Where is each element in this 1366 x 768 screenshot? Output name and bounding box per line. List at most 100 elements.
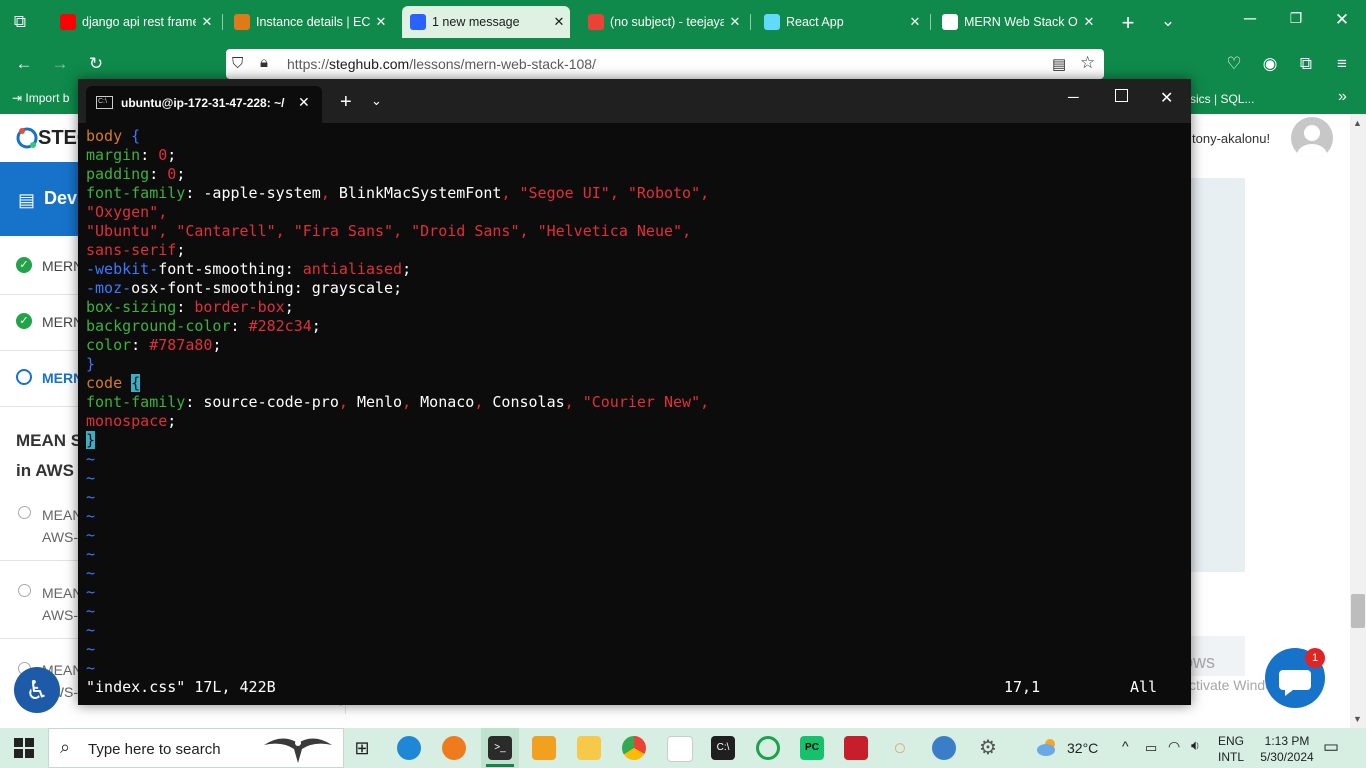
bookmark-star-icon[interactable]: ☆ <box>1080 53 1095 73</box>
clock[interactable]: 1:13 PM 5/30/2024 <box>1254 733 1320 765</box>
code-token: ; <box>311 317 321 335</box>
sub-item-2[interactable]: MEAN AWS- <box>42 582 82 626</box>
language-indicator[interactable]: ENG INTL <box>1218 733 1244 765</box>
task-view-icon[interactable]: ⊞ <box>350 736 374 760</box>
tray-chevron-icon[interactable]: ^ <box>1122 738 1129 754</box>
firefox-icon[interactable] <box>442 736 466 760</box>
shield-icon[interactable]: ⛉ <box>232 55 243 72</box>
code-token: : <box>185 184 204 202</box>
tab-actions-icon[interactable]: ⧉ <box>8 12 32 32</box>
browser-tab[interactable]: (no subject) - teejayak ✕ <box>580 6 746 38</box>
code-line: color: #787a80; <box>86 336 709 355</box>
browser-tab-title: MERN Web Stack Over <box>964 15 1078 29</box>
avatar[interactable] <box>1291 117 1333 159</box>
refresh-icon[interactable]: ↻ <box>84 54 108 74</box>
menu-icon[interactable]: ≡ <box>1330 54 1354 74</box>
weather-icon[interactable] <box>1036 736 1058 758</box>
tab-list-chevron-icon[interactable]: ⌄ <box>1156 11 1180 31</box>
new-tab-icon[interactable]: + <box>1116 10 1140 36</box>
pocket-icon[interactable]: ♡ <box>1222 54 1246 74</box>
pycharm-icon[interactable]: PC <box>800 736 824 760</box>
code-line: margin: 0; <box>86 146 709 165</box>
close-tab-icon[interactable]: ✕ <box>298 94 310 111</box>
app-circle-icon[interactable] <box>756 736 780 760</box>
weather-temperature[interactable]: 32°C <box>1067 740 1098 756</box>
code-token: "Fira Sans" <box>293 222 394 240</box>
terminal-minimize-icon[interactable]: ─ <box>1068 89 1079 106</box>
bookmark-item-sql[interactable]: sics | SQL... <box>1190 92 1254 106</box>
forward-icon[interactable]: → <box>48 54 72 74</box>
terminal-app-icon[interactable]: >_ <box>488 736 512 760</box>
code-token: body <box>86 127 132 145</box>
browser-tab[interactable]: MERN Web Stack Over✕ <box>934 6 1100 38</box>
terminal-tab-title: ubuntu@ip-172-31-47-228: ~/ <box>121 96 285 110</box>
code-token: -webkit- <box>86 260 159 278</box>
wifi-icon[interactable]: ◠ <box>1168 738 1180 755</box>
close-window-icon[interactable]: ✕ <box>1330 10 1354 30</box>
code-token: "Segoe UI" <box>519 184 610 202</box>
cmd-icon[interactable]: C:\ <box>711 736 735 760</box>
terminal-maximize-icon[interactable] <box>1115 89 1128 102</box>
code-token: } <box>86 355 96 373</box>
postgres-icon[interactable] <box>932 736 956 760</box>
settings-gear-icon[interactable]: ⚙ <box>976 736 1000 760</box>
code-token: ; <box>284 298 294 316</box>
close-tab-icon[interactable]: ✕ <box>196 14 218 30</box>
extensions-icon[interactable]: ⧉ <box>1294 54 1318 74</box>
scroll-down-icon[interactable]: ▼ <box>1353 714 1362 724</box>
tab-separator <box>750 14 751 30</box>
code-token: monospace <box>86 412 168 430</box>
code-token: Menlo <box>356 393 403 411</box>
code-token: sans-serif <box>86 241 177 259</box>
scroll-up-icon[interactable]: ▲ <box>1353 118 1362 128</box>
accessibility-icon[interactable]: ♿︎ <box>14 667 60 713</box>
code-token: antialiased <box>302 260 403 278</box>
close-tab-icon[interactable]: ✕ <box>548 14 570 30</box>
sub-item-1[interactable]: MEAN AWS- <box>42 504 82 548</box>
url-text[interactable]: https://steghub.com/lessons/mern-web-sta… <box>287 56 596 72</box>
browser-tab[interactable]: Instance details | EC2 |✕ <box>226 6 392 38</box>
restore-icon[interactable]: ❐ <box>1284 10 1308 27</box>
terminal-close-icon[interactable]: ✕ <box>1160 88 1173 108</box>
vim-editor-buffer[interactable]: body {margin: 0; padding: 0; font-family: … <box>86 127 709 678</box>
lock-icon[interactable]: 🔒︎ <box>260 54 268 71</box>
chatgpt-icon <box>942 14 958 30</box>
terminal-dropdown-icon[interactable]: ⌄ <box>371 93 382 109</box>
code-token: "Ubuntu" <box>86 222 159 240</box>
edge-icon[interactable] <box>397 736 421 760</box>
xampp-icon[interactable] <box>844 736 868 760</box>
windows-start-icon[interactable] <box>14 738 34 758</box>
divider <box>0 638 80 639</box>
volume-icon[interactable]: 🔉︎ <box>1191 737 1200 754</box>
close-tab-icon[interactable]: ✕ <box>370 14 392 30</box>
more-bookmarks-icon[interactable]: » <box>1338 88 1347 106</box>
new-terminal-tab-icon[interactable]: + <box>340 91 352 114</box>
microsoft-store-icon[interactable] <box>667 736 693 762</box>
reader-view-icon[interactable]: ▤ <box>1052 55 1066 73</box>
file-explorer-icon[interactable] <box>577 736 601 760</box>
notifications-icon[interactable]: ▭ <box>1323 737 1339 757</box>
browser-tab[interactable]: React App ✕ <box>756 6 926 38</box>
back-icon[interactable]: ← <box>12 54 36 74</box>
code-token: , <box>519 222 538 240</box>
code-token: -moz- <box>86 279 132 297</box>
page-scrollbar[interactable] <box>1350 114 1366 728</box>
jupyter-icon[interactable]: ◌ <box>888 736 912 760</box>
browser-tab[interactable]: django api rest framew ✕ <box>52 6 218 38</box>
current-lesson-icon <box>16 369 32 385</box>
chrome-icon[interactable] <box>622 736 646 760</box>
browser-tab[interactable]: 1 new message ✕ <box>402 6 570 38</box>
close-tab-icon[interactable]: ✕ <box>1078 14 1100 30</box>
scrollbar-thumb[interactable] <box>1351 594 1365 628</box>
powerpoint-app-icon[interactable] <box>532 736 556 760</box>
close-tab-icon[interactable]: ✕ <box>904 14 926 30</box>
account-icon[interactable]: ◉ <box>1258 54 1282 74</box>
battery-icon[interactable]: ▭ <box>1145 740 1157 756</box>
code-token: Monaco <box>420 393 475 411</box>
content-panel <box>1190 178 1245 572</box>
import-bookmarks-item[interactable]: ⇥ Import b <box>12 91 69 105</box>
code-line: ~ <box>86 564 709 583</box>
minimize-icon[interactable]: ─ <box>1238 9 1262 29</box>
browser-tab-title: django api rest framew <box>82 15 196 29</box>
close-tab-icon[interactable]: ✕ <box>724 14 746 30</box>
